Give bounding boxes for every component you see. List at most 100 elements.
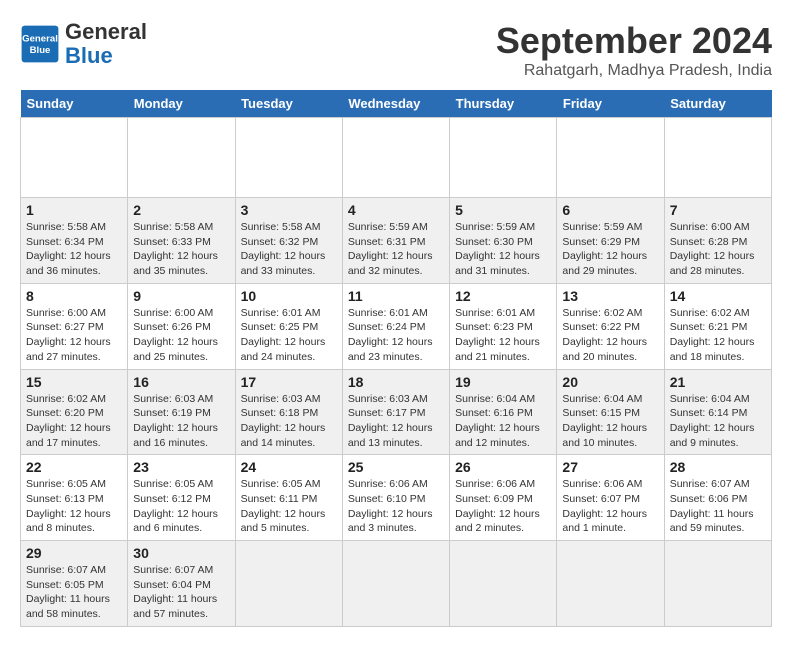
logo-text: General Blue	[65, 20, 147, 68]
day-number: 15	[26, 374, 122, 390]
day-info: Sunrise: 6:05 AMSunset: 6:13 PMDaylight:…	[26, 477, 122, 536]
day-header-monday: Monday	[128, 90, 235, 118]
day-info: Sunrise: 5:59 AMSunset: 6:30 PMDaylight:…	[455, 220, 551, 279]
location: Rahatgarh, Madhya Pradesh, India	[496, 62, 772, 80]
day-number: 5	[455, 202, 551, 218]
day-number: 24	[241, 459, 337, 475]
week-row-1: 1 Sunrise: 5:58 AMSunset: 6:34 PMDaylight…	[21, 198, 772, 284]
day-info: Sunrise: 6:03 AMSunset: 6:18 PMDaylight:…	[241, 392, 337, 451]
calendar-cell: 21 Sunrise: 6:04 AMSunset: 6:14 PMDayligh…	[664, 369, 771, 455]
day-info: Sunrise: 6:07 AMSunset: 6:06 PMDaylight:…	[670, 477, 766, 536]
svg-text:General: General	[22, 34, 58, 45]
day-number: 13	[562, 288, 658, 304]
calendar-cell: 24 Sunrise: 6:05 AMSunset: 6:11 PMDayligh…	[235, 455, 342, 541]
day-number: 21	[670, 374, 766, 390]
calendar-cell: 25Sunrise: 6:06 AMSunset: 6:10 PMDayligh…	[342, 455, 449, 541]
week-row-4: 22 Sunrise: 6:05 AMSunset: 6:13 PMDayligh…	[21, 455, 772, 541]
day-number: 2	[133, 202, 229, 218]
title-area: September 2024 Rahatgarh, Madhya Pradesh…	[496, 20, 772, 80]
calendar-cell	[342, 541, 449, 627]
calendar-cell: 17 Sunrise: 6:03 AMSunset: 6:18 PMDayligh…	[235, 369, 342, 455]
day-number: 10	[241, 288, 337, 304]
day-number: 19	[455, 374, 551, 390]
day-number: 1	[26, 202, 122, 218]
day-number: 17	[241, 374, 337, 390]
calendar-cell	[235, 541, 342, 627]
day-number: 6	[562, 202, 658, 218]
day-info: Sunrise: 6:02 AMSunset: 6:20 PMDaylight:…	[26, 392, 122, 451]
day-number: 28	[670, 459, 766, 475]
calendar-cell: 1 Sunrise: 5:58 AMSunset: 6:34 PMDaylight…	[21, 198, 128, 284]
week-row-0	[21, 118, 772, 198]
day-number: 7	[670, 202, 766, 218]
day-info: Sunrise: 6:07 AMSunset: 6:05 PMDaylight:…	[26, 563, 122, 622]
calendar-table: SundayMondayTuesdayWednesdayThursdayFrid…	[20, 90, 772, 627]
day-header-wednesday: Wednesday	[342, 90, 449, 118]
calendar-cell: 23Sunrise: 6:05 AMSunset: 6:12 PMDayligh…	[128, 455, 235, 541]
calendar-cell: 6 Sunrise: 5:59 AMSunset: 6:29 PMDaylight…	[557, 198, 664, 284]
day-header-tuesday: Tuesday	[235, 90, 342, 118]
day-info: Sunrise: 6:02 AMSunset: 6:21 PMDaylight:…	[670, 306, 766, 365]
day-info: Sunrise: 6:04 AMSunset: 6:16 PMDaylight:…	[455, 392, 551, 451]
day-info: Sunrise: 5:58 AMSunset: 6:32 PMDaylight:…	[241, 220, 337, 279]
month-title: September 2024	[496, 20, 772, 62]
calendar-cell	[664, 118, 771, 198]
day-info: Sunrise: 6:04 AMSunset: 6:15 PMDaylight:…	[562, 392, 658, 451]
day-info: Sunrise: 6:01 AMSunset: 6:23 PMDaylight:…	[455, 306, 551, 365]
calendar-cell: 19 Sunrise: 6:04 AMSunset: 6:16 PMDayligh…	[450, 369, 557, 455]
calendar-cell	[342, 118, 449, 198]
day-number: 20	[562, 374, 658, 390]
calendar-cell: 26 Sunrise: 6:06 AMSunset: 6:09 PMDayligh…	[450, 455, 557, 541]
day-number: 26	[455, 459, 551, 475]
day-number: 27	[562, 459, 658, 475]
day-info: Sunrise: 6:03 AMSunset: 6:19 PMDaylight:…	[133, 392, 229, 451]
calendar-cell	[128, 118, 235, 198]
logo: General Blue General Blue	[20, 20, 147, 68]
calendar-cell	[557, 118, 664, 198]
calendar-cell: 9Sunrise: 6:00 AMSunset: 6:26 PMDaylight…	[128, 283, 235, 369]
calendar-cell: 28 Sunrise: 6:07 AMSunset: 6:06 PMDayligh…	[664, 455, 771, 541]
day-info: Sunrise: 5:59 AMSunset: 6:29 PMDaylight:…	[562, 220, 658, 279]
calendar-cell: 16 Sunrise: 6:03 AMSunset: 6:19 PMDayligh…	[128, 369, 235, 455]
day-info: Sunrise: 6:06 AMSunset: 6:07 PMDaylight:…	[562, 477, 658, 536]
calendar-cell: 18Sunrise: 6:03 AMSunset: 6:17 PMDayligh…	[342, 369, 449, 455]
day-header-thursday: Thursday	[450, 90, 557, 118]
week-row-2: 8Sunrise: 6:00 AMSunset: 6:27 PMDaylight…	[21, 283, 772, 369]
day-info: Sunrise: 5:58 AMSunset: 6:33 PMDaylight:…	[133, 220, 229, 279]
day-info: Sunrise: 6:00 AMSunset: 6:28 PMDaylight:…	[670, 220, 766, 279]
day-number: 9	[133, 288, 229, 304]
day-info: Sunrise: 6:01 AMSunset: 6:24 PMDaylight:…	[348, 306, 444, 365]
calendar-cell	[664, 541, 771, 627]
day-number: 12	[455, 288, 551, 304]
day-number: 14	[670, 288, 766, 304]
day-info: Sunrise: 6:04 AMSunset: 6:14 PMDaylight:…	[670, 392, 766, 451]
day-number: 11	[348, 288, 444, 304]
day-info: Sunrise: 6:05 AMSunset: 6:11 PMDaylight:…	[241, 477, 337, 536]
page-header: General Blue General Blue September 2024…	[20, 20, 772, 80]
day-number: 22	[26, 459, 122, 475]
day-of-week-row: SundayMondayTuesdayWednesdayThursdayFrid…	[21, 90, 772, 118]
calendar-cell	[557, 541, 664, 627]
calendar-cell: 14 Sunrise: 6:02 AMSunset: 6:21 PMDayligh…	[664, 283, 771, 369]
day-info: Sunrise: 6:03 AMSunset: 6:17 PMDaylight:…	[348, 392, 444, 451]
day-number: 16	[133, 374, 229, 390]
day-header-saturday: Saturday	[664, 90, 771, 118]
calendar-cell	[450, 541, 557, 627]
day-info: Sunrise: 5:58 AMSunset: 6:34 PMDaylight:…	[26, 220, 122, 279]
day-info: Sunrise: 6:06 AMSunset: 6:09 PMDaylight:…	[455, 477, 551, 536]
calendar-cell	[450, 118, 557, 198]
calendar-cell: 20 Sunrise: 6:04 AMSunset: 6:15 PMDayligh…	[557, 369, 664, 455]
day-info: Sunrise: 6:01 AMSunset: 6:25 PMDaylight:…	[241, 306, 337, 365]
day-number: 3	[241, 202, 337, 218]
calendar-cell	[235, 118, 342, 198]
calendar-cell: 12 Sunrise: 6:01 AMSunset: 6:23 PMDayligh…	[450, 283, 557, 369]
calendar-cell: 10 Sunrise: 6:01 AMSunset: 6:25 PMDayligh…	[235, 283, 342, 369]
day-number: 4	[348, 202, 444, 218]
calendar-cell: 8Sunrise: 6:00 AMSunset: 6:27 PMDaylight…	[21, 283, 128, 369]
day-info: Sunrise: 6:02 AMSunset: 6:22 PMDaylight:…	[562, 306, 658, 365]
calendar-cell: 4Sunrise: 5:59 AMSunset: 6:31 PMDaylight…	[342, 198, 449, 284]
svg-text:Blue: Blue	[30, 45, 51, 56]
calendar-cell: 7 Sunrise: 6:00 AMSunset: 6:28 PMDaylight…	[664, 198, 771, 284]
day-header-sunday: Sunday	[21, 90, 128, 118]
week-row-3: 15 Sunrise: 6:02 AMSunset: 6:20 PMDayligh…	[21, 369, 772, 455]
